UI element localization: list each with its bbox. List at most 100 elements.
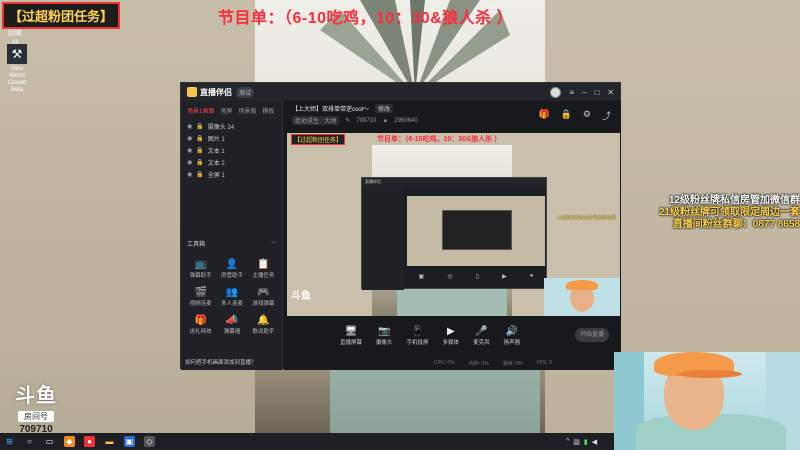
task-view-icon[interactable]: ▭: [44, 436, 55, 447]
eye-icon[interactable]: ◉: [187, 171, 192, 178]
toolbox-title: 工具箱: [187, 242, 206, 248]
layer-item[interactable]: ◉ 🔒 文本 2: [181, 156, 282, 168]
control-button[interactable]: 🔊 扬声器: [504, 326, 521, 346]
search-icon[interactable]: ○: [24, 436, 35, 447]
microphone-icon: 🎤: [475, 326, 488, 337]
maximize-icon[interactable]: □: [594, 88, 599, 97]
layer-item[interactable]: ◉ 🔒 全屏 1: [181, 168, 282, 180]
eye-icon[interactable]: ◉: [187, 159, 192, 166]
tool-button[interactable]: 👤 房管助手: [216, 259, 247, 279]
memory-stat: 内存: 0%: [468, 360, 489, 367]
tool-button[interactable]: 🎮 游戏弹幕: [248, 287, 279, 307]
help-link[interactable]: 如何把手机画面添加到直播？: [185, 358, 257, 366]
drop-frames-stat: 丢帧: 0%: [502, 360, 523, 367]
edit-title-button[interactable]: 修改: [375, 104, 394, 113]
layer-label: 图片 1: [207, 136, 225, 143]
start-icon[interactable]: ⊞: [4, 436, 15, 447]
camera-icon: ◎: [447, 273, 453, 280]
nested-sidebar: [362, 186, 404, 290]
lock-icon[interactable]: 🔒: [196, 147, 203, 154]
desktop-app-icon[interactable]: ⚒ New World Closed Beta: [4, 44, 30, 94]
layer-item[interactable]: ◉ 🔒 摄像头 24: [181, 120, 282, 132]
tab-vertical[interactable]: 竖屏: [220, 106, 232, 115]
lock-icon[interactable]: 🔒: [196, 159, 203, 166]
promo-line: 直播间粉丝群聊：0877 8658: [672, 219, 800, 230]
fan-task-banner: 【过超粉团任务】: [2, 2, 121, 29]
lock-icon[interactable]: 🔒: [196, 135, 203, 142]
media-icon: ▶: [446, 326, 455, 337]
app-icon[interactable]: ▣: [124, 436, 135, 447]
tool-button[interactable]: 📺 弹幕助手: [185, 259, 216, 279]
room-id: 709710: [356, 117, 377, 124]
pencil-icon[interactable]: ✎: [345, 117, 350, 124]
tool-button[interactable]: 👥 多人连麦: [216, 287, 247, 307]
app-icon[interactable]: ◇: [144, 436, 155, 447]
layer-label: 摄像头 24: [207, 124, 235, 131]
tool-button[interactable]: 🔔 歌词助手: [248, 315, 279, 335]
layer-item[interactable]: ◉ 🔒 文本 1: [181, 144, 282, 156]
promo-text: 12级粉丝牌私信房管加微信群 21级粉丝牌可领取限定周边一套 直播间粉丝群聊：0…: [645, 195, 800, 231]
tool-label: 房管助手: [220, 273, 243, 279]
avatar[interactable]: [550, 86, 562, 98]
menu-icon[interactable]: ≡: [569, 88, 574, 97]
battery-icon[interactable]: ▮: [584, 438, 588, 446]
volume-icon[interactable]: ◀: [592, 438, 597, 446]
tab-scene[interactable]: 场景1画面: [187, 106, 214, 115]
gift-icon[interactable]: 🎁: [538, 109, 549, 122]
eye-icon[interactable]: ◉: [187, 147, 192, 154]
tab-template[interactable]: 模板: [262, 106, 274, 115]
tool-button[interactable]: 📣 弹幕墙: [216, 315, 247, 335]
network-icon[interactable]: ▥: [573, 438, 580, 446]
tool-button[interactable]: 🎬 视频连麦: [185, 287, 216, 307]
more-icon[interactable]: ⋯: [271, 239, 277, 248]
chevron-up-icon[interactable]: ^: [566, 438, 569, 445]
tab-scene-version[interactable]: 场景版: [238, 106, 256, 115]
desktop-app-label: New World Closed Beta: [7, 66, 27, 93]
schedule-banner: 节目单：（6-10吃鸡，10：30&狼人杀 ）: [218, 10, 514, 27]
tool-label: 歌词助手: [252, 329, 275, 335]
control-button[interactable]: 🖥 直播屏幕: [340, 326, 362, 346]
app-name: 直播伴侣: [200, 87, 232, 97]
douyu-app-icon[interactable]: ◆: [64, 436, 75, 447]
lock-icon[interactable]: 🔒: [561, 109, 572, 122]
close-icon[interactable]: ✕: [607, 88, 614, 97]
room-label: 房间号: [18, 411, 54, 422]
control-button[interactable]: ▶ 多媒体: [443, 326, 460, 346]
game-app-icon[interactable]: ●: [84, 436, 95, 447]
stream-title: 【上大师】双排单带逆cool～: [292, 107, 370, 113]
layer-item[interactable]: ◉ 🔒 图片 1: [181, 132, 282, 144]
app-logo-icon: [187, 87, 197, 97]
streaming-app-window: 直播伴侣 测试 ≡ – □ ✕ 场景1画面 竖屏 场景版 模板 ◉ 🔒 摄像头 24…: [180, 82, 621, 370]
tool-button[interactable]: 🎁 送礼特效: [185, 315, 216, 335]
explorer-icon[interactable]: ▬: [104, 436, 115, 447]
preview-hat: [566, 280, 598, 290]
header-actions: 🎁 🔒 ⚙ ⤴: [538, 109, 611, 122]
control-label: 手机投屏: [406, 340, 429, 346]
lock-icon[interactable]: 🔒: [196, 171, 203, 178]
tool-label: 游戏弹幕: [252, 301, 275, 307]
stream-preview: 【过超粉团任务】 节目单：（6-10吃鸡，10：30&狼人杀 ） 直播伴侣 ▣ ◎…: [287, 133, 620, 316]
nested-toolbar: ▣ ◎ ▯ ▶ ●: [407, 270, 545, 282]
eye-icon[interactable]: ◉: [187, 135, 192, 142]
tool-button[interactable]: 📋 主播任务: [248, 259, 279, 279]
tool-label: 主播任务: [252, 273, 275, 279]
eye-icon[interactable]: ◉: [187, 123, 192, 130]
tool-icon: 📺: [194, 259, 207, 270]
douyu-watermark: 斗鱼 房间号 709710: [12, 386, 60, 435]
control-button[interactable]: 📱 手机投屏: [407, 326, 429, 346]
share-icon[interactable]: ⤴: [602, 109, 611, 122]
window-controls: ≡ – □ ✕: [550, 86, 614, 98]
tool-label: 视频连麦: [189, 301, 212, 307]
tool-icon: 🎮: [257, 287, 270, 298]
start-live-button[interactable]: 开始直播: [575, 328, 609, 342]
minimize-icon[interactable]: –: [582, 88, 586, 97]
control-button[interactable]: 🎤 麦克风: [473, 326, 490, 346]
app-tag[interactable]: 测试: [236, 86, 255, 98]
lock-icon[interactable]: 🔒: [196, 123, 203, 130]
control-button[interactable]: 📷 摄像头: [376, 326, 393, 346]
settings-icon[interactable]: ⚙: [583, 109, 591, 122]
tool-icon: 🎁: [194, 315, 207, 326]
category-badge[interactable]: 绝地求生 · 大地: [292, 116, 340, 125]
status-bar: CPU: 0% 内存: 0% 丢帧: 0% FPS: 0: [284, 356, 621, 370]
main-panel: 【上大师】双排单带逆cool～ 修改 绝地求生 · 大地 ✎ 709710 ▲ …: [284, 101, 621, 370]
